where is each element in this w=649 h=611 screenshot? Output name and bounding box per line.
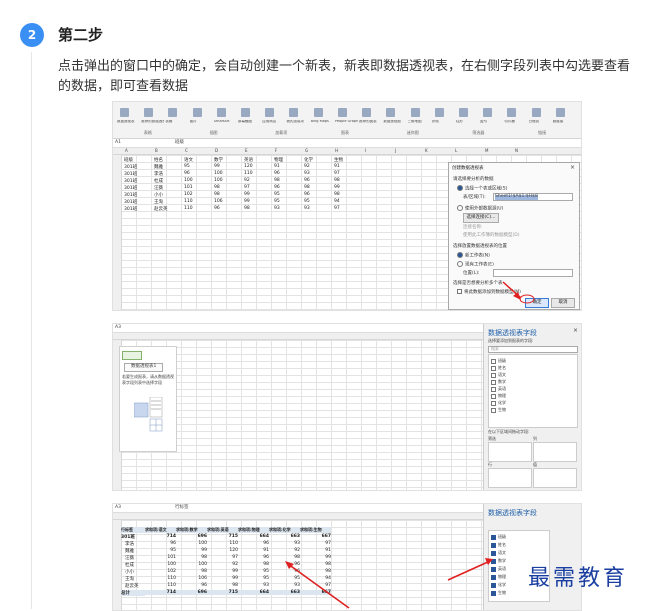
timeline-rule bbox=[31, 52, 32, 609]
area-label: 行 bbox=[488, 462, 492, 467]
pivot-field-pane: 数据透视表字段 × 选择要添加到报表的字段: 搜索 班级姓名语文数学英语物理化学… bbox=[483, 324, 581, 490]
field-label: 姓名 bbox=[498, 365, 506, 370]
checkbox-icon bbox=[491, 393, 496, 399]
step-number-badge: 2 bbox=[20, 23, 44, 47]
area-label: 筛选 bbox=[488, 436, 496, 441]
field-search-input[interactable]: 搜索 bbox=[488, 346, 578, 353]
column-header-row bbox=[113, 333, 483, 340]
field-label: 化学 bbox=[498, 400, 506, 405]
name-box[interactable]: A3 bbox=[115, 325, 121, 331]
field-item[interactable]: 英语 bbox=[491, 386, 506, 392]
arrow-line-to-table bbox=[287, 563, 350, 609]
watermark-text: 最需教育 bbox=[528, 566, 629, 591]
step-description: 点击弹出的窗口中的确定，会自动创建一个新表，新表即数据透视表，在右侧字段列表中勾… bbox=[58, 59, 631, 94]
field-item[interactable]: 班级 bbox=[491, 358, 506, 364]
field-label: 班级 bbox=[498, 358, 506, 363]
field-item[interactable]: 语文 bbox=[491, 372, 506, 378]
field-item[interactable]: 物理 bbox=[491, 393, 506, 399]
pane-subtitle: 选择要添加到报表的字段: bbox=[488, 338, 534, 343]
field-item[interactable]: 姓名 bbox=[491, 365, 506, 371]
arrow-head-icon bbox=[485, 558, 493, 565]
pivot-placeholder-title: 数据透视表1 bbox=[124, 363, 164, 372]
arrow-annotations bbox=[285, 558, 493, 609]
field-label: 生物 bbox=[498, 407, 506, 412]
checkbox-icon bbox=[491, 407, 496, 413]
pivot-placeholder-text: 若要生成报表，请从数据透视表字段列表中选择字段 bbox=[122, 374, 174, 385]
screenshot-empty-pivot: A3 数据透视表1 若要生成报表，请从数据透视表字段列表中选择字段 数据透视表字… bbox=[112, 323, 582, 491]
drop-area[interactable] bbox=[488, 442, 532, 462]
area-label: 列 bbox=[533, 436, 537, 441]
arrow-line-to-fields bbox=[447, 560, 491, 581]
field-label: 语文 bbox=[498, 372, 506, 377]
checkbox-icon bbox=[491, 372, 496, 378]
field-label: 物理 bbox=[498, 393, 506, 398]
field-label: 数学 bbox=[498, 379, 506, 384]
checkbox-icon bbox=[491, 358, 496, 364]
highlight-circle bbox=[519, 294, 535, 304]
checkbox-icon bbox=[491, 386, 496, 392]
drop-area[interactable] bbox=[533, 442, 577, 462]
screenshot-populated-pivot: A3 行标签 行标签 求和项:语文 求和项:数学 求和项:英语 求和项:物理 求和项:化学… bbox=[112, 503, 582, 611]
field-list: 班级姓名语文数学英语物理化学生物 bbox=[488, 354, 578, 428]
pivot-placeholder: 数据透视表1 若要生成报表，请从数据透视表字段列表中选择字段 bbox=[119, 346, 177, 452]
field-item[interactable]: 化学 bbox=[491, 400, 506, 406]
field-item[interactable]: 生物 bbox=[491, 407, 506, 413]
checkbox-icon bbox=[491, 400, 496, 406]
screenshot-create-pivot-dialog: 数据透视表推荐的数据透视表表格图片SmartArt屏幕截图应用商店我的加载项Bi… bbox=[112, 101, 582, 311]
field-item[interactable]: 数学 bbox=[491, 379, 506, 385]
pivot-table-icon bbox=[134, 397, 163, 432]
field-label: 英语 bbox=[498, 386, 506, 391]
area-label: 值 bbox=[533, 462, 537, 467]
drop-area[interactable] bbox=[488, 468, 532, 488]
arrow-annotation-1 bbox=[502, 281, 535, 304]
checkbox-icon bbox=[491, 365, 496, 371]
selected-cell bbox=[122, 351, 142, 360]
step-title: 第二步 bbox=[58, 26, 104, 44]
search-placeholder: 搜索 bbox=[491, 346, 499, 351]
checkbox-icon bbox=[491, 379, 496, 385]
drop-area[interactable] bbox=[533, 468, 577, 488]
drag-hint: 在以下区域间拖动字段: bbox=[488, 429, 530, 434]
pane-title: 数据透视表字段 bbox=[488, 329, 537, 337]
close-icon[interactable]: × bbox=[573, 328, 578, 334]
